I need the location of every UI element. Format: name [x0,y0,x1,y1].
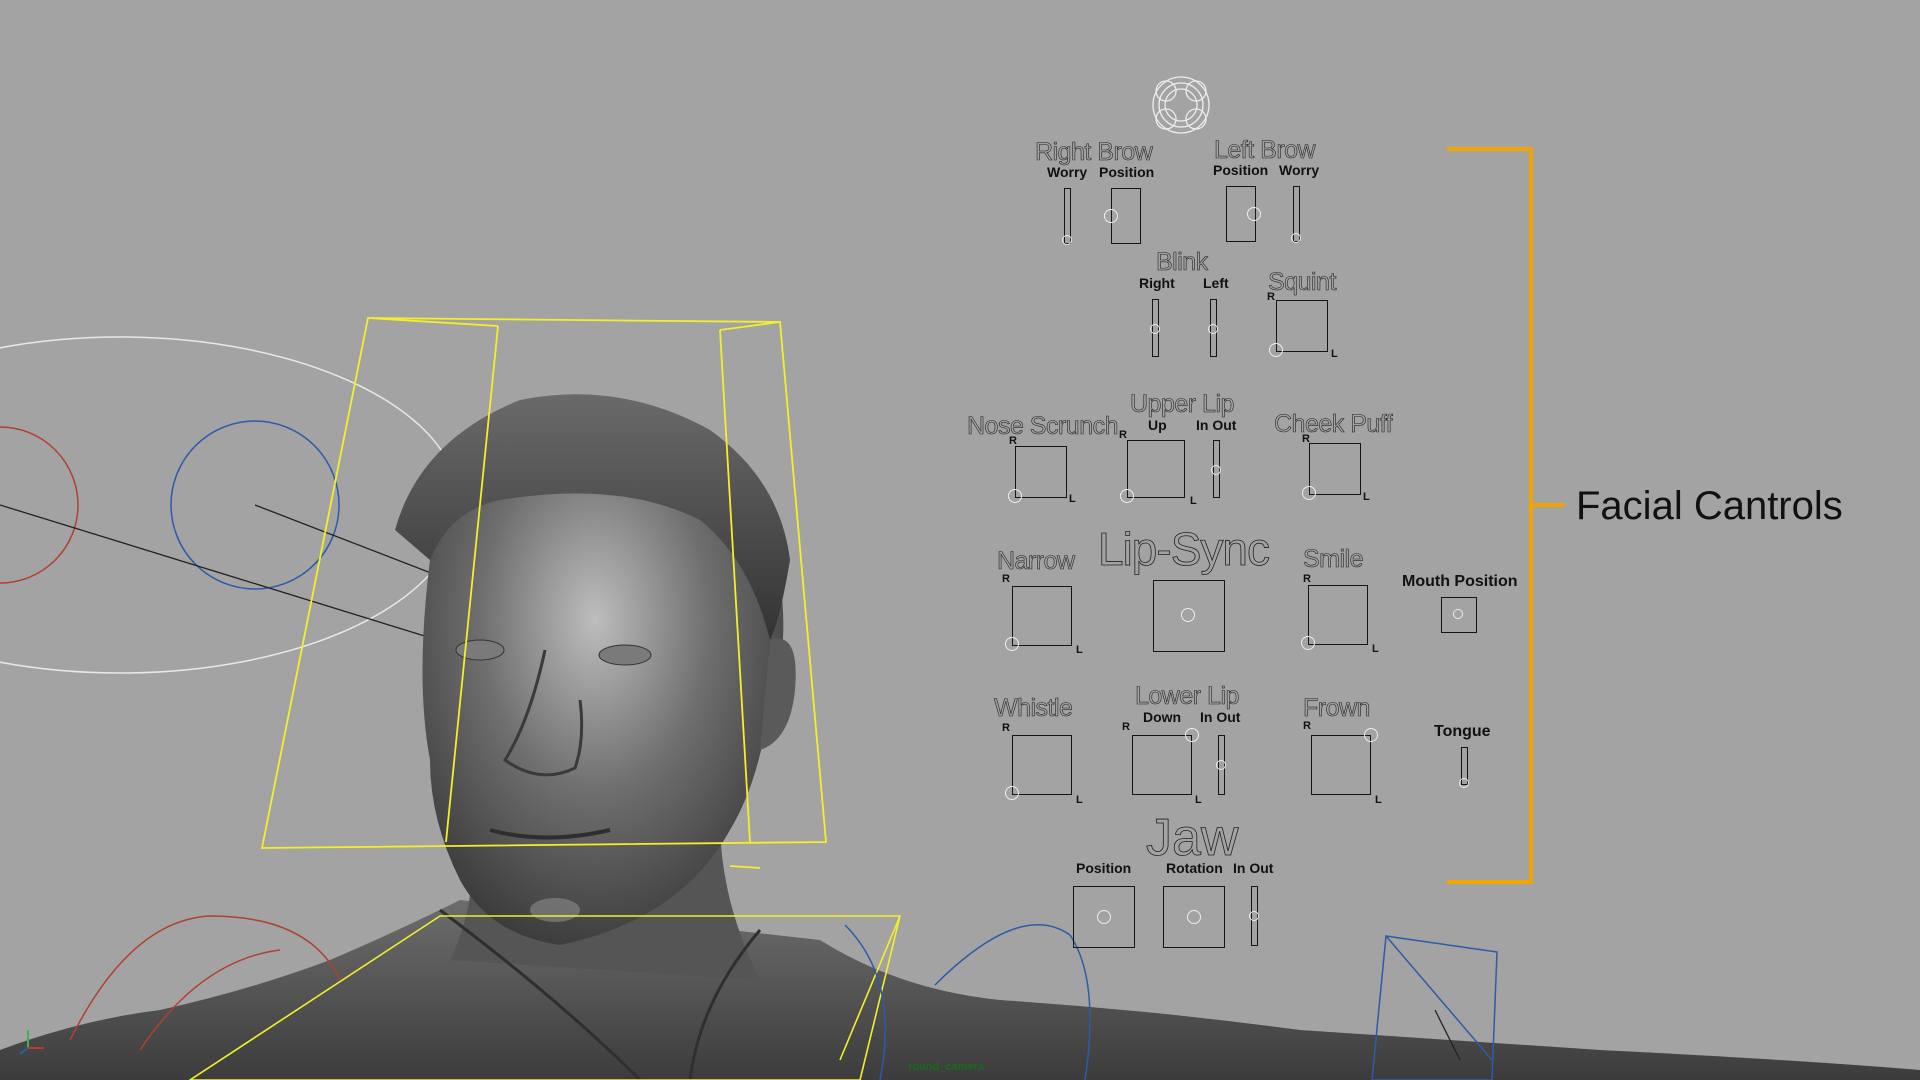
camera-name-label: round_camera [908,1061,984,1073]
lip-sync-box[interactable] [1153,580,1225,652]
smile-title: Smile [1303,545,1364,573]
right-brow-worry-slider[interactable] [1062,188,1072,245]
narrow-box[interactable] [1005,586,1072,651]
whistle-box[interactable] [1005,735,1072,800]
right-brow-position-box[interactable] [1104,188,1141,244]
frown-title: Frown [1303,694,1371,722]
whistle-r-mark: R [1002,722,1010,734]
blink-left-label: Left [1203,275,1229,291]
upper-lip-inout-slider[interactable] [1211,440,1221,498]
left-brow-title: Left Brow [1214,136,1316,164]
smile-r-mark: R [1303,573,1311,585]
right-brow-title: Right Brow [1035,138,1153,166]
lower-lip-inout-label: In Out [1200,709,1241,725]
squint-l-mark: L [1331,348,1338,360]
mouth-position-title: Mouth Position [1402,573,1518,590]
left-brow-worry-label: Worry [1279,162,1320,178]
tongue-slider[interactable] [1459,747,1469,788]
blink-right-slider[interactable] [1150,299,1160,357]
jaw-position-label: Position [1076,860,1132,876]
squint-box[interactable] [1269,300,1328,357]
cheek-puff-l-mark: L [1363,491,1370,503]
upper-lip-up-box[interactable] [1120,440,1185,503]
nose-scrunch-title: Nose Scrunch [967,412,1119,440]
jaw-rotation-label: Rotation [1166,860,1223,876]
lower-lip-inout-slider[interactable] [1216,735,1226,795]
blink-right-label: Right [1139,275,1175,291]
maya-viewport[interactable]: Right Brow Worry Position Left Brow Posi… [0,0,1920,1080]
cheek-puff-title: Cheek Puff [1274,410,1393,438]
left-brow-position-label: Position [1213,162,1269,178]
right-brow-worry-label: Worry [1047,164,1088,180]
squint-title: Squint [1268,268,1337,296]
nose-scrunch-box[interactable] [1008,446,1067,503]
jaw-inout-slider[interactable] [1249,886,1259,946]
upper-lip-title: Upper Lip [1130,390,1235,418]
frown-l-mark: L [1375,794,1382,806]
tongue-title: Tongue [1434,723,1491,740]
jaw-position-box[interactable] [1073,886,1135,948]
jaw-rotation-box[interactable] [1163,886,1225,948]
smile-box[interactable] [1301,585,1368,650]
mouth-position-box[interactable] [1441,597,1477,633]
smile-l-mark: L [1372,643,1379,655]
jaw-inout-label: In Out [1233,860,1274,876]
shirt-body [0,900,1920,1080]
blink-left-slider[interactable] [1208,299,1218,357]
lower-lip-down-box[interactable] [1132,728,1199,795]
nose-scrunch-l-mark: L [1069,493,1076,505]
facial-controls-label: Facial Cantrols [1576,484,1843,528]
face-root-control [1152,76,1210,134]
frown-r-mark: R [1303,720,1311,732]
scene-graphics [0,76,1920,1080]
frown-box[interactable] [1311,728,1378,795]
narrow-title: Narrow [997,547,1076,575]
lower-lip-r-mark: R [1122,721,1130,733]
upper-lip-l-mark: L [1190,495,1197,507]
squint-r-mark: R [1267,291,1275,303]
upper-lip-up-label: Up [1148,417,1167,433]
upper-lip-r-mark: R [1119,429,1127,441]
lower-lip-l-mark: L [1195,794,1202,806]
whistle-l-mark: L [1076,794,1083,806]
lower-lip-down-label: Down [1143,709,1182,725]
lower-lip-title: Lower Lip [1135,682,1240,710]
cheek-puff-box[interactable] [1302,443,1361,500]
eye-aim-left-circle [0,426,79,584]
lip-sync-title: Lip-Sync [1098,523,1271,575]
upper-lip-inout-label: In Out [1196,417,1237,433]
narrow-r-mark: R [1002,573,1010,585]
left-brow-worry-slider[interactable] [1291,186,1301,243]
jaw-title: Jaw [1146,809,1239,867]
blink-title: Blink [1156,248,1209,276]
eye-aim-ellipse [0,336,461,674]
whistle-title: Whistle [994,694,1074,722]
left-brow-position-box[interactable] [1226,186,1261,242]
narrow-l-mark: L [1076,644,1083,656]
right-brow-position-label: Position [1099,164,1155,180]
